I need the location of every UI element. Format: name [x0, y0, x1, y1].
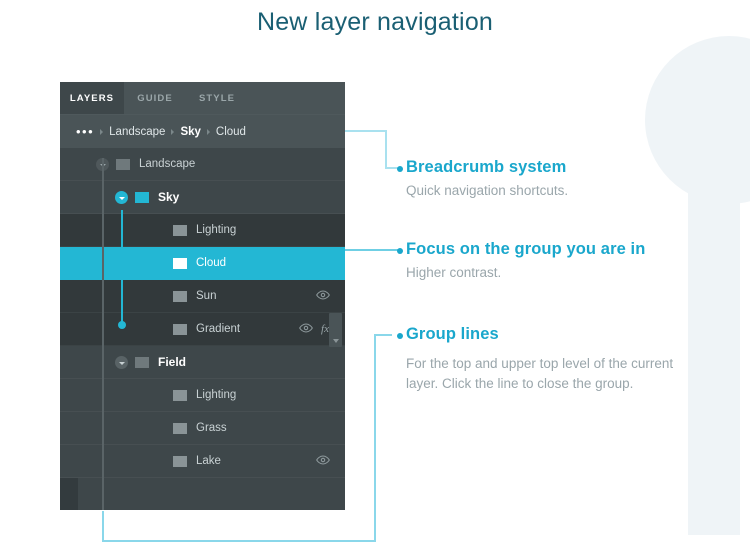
layer-name: Sky	[158, 190, 180, 204]
chevron-down-icon	[118, 196, 125, 200]
folder-icon	[173, 389, 187, 401]
chevron-down-icon	[118, 361, 125, 365]
folder-icon	[173, 290, 187, 302]
breadcrumb: ••• Landscape Sky Cloud	[60, 114, 345, 148]
folder-icon	[116, 158, 130, 170]
layer-name: Landscape	[139, 158, 196, 170]
group-line-sky[interactable]	[121, 210, 123, 325]
chevron-right-icon	[171, 128, 175, 135]
group-line-sky-end-dot	[118, 321, 126, 329]
annotation-body: Higher contrast.	[406, 265, 502, 280]
folder-icon	[173, 323, 187, 335]
eye-visibility-icon[interactable]	[316, 289, 330, 303]
folder-icon	[173, 422, 187, 434]
group-line-landscape[interactable]	[102, 158, 104, 510]
layer-list: Landscape Sky Lighting Cloud Sun Gradient fx Fi…	[60, 148, 345, 510]
breadcrumb-overflow-button[interactable]: •••	[76, 125, 94, 138]
chevron-right-icon	[206, 128, 210, 135]
layer-name: Field	[158, 355, 187, 369]
layer-name: Lighting	[196, 224, 237, 236]
scrollbar-thumb[interactable]	[329, 313, 342, 347]
breadcrumb-item-sky[interactable]: Sky	[180, 126, 200, 138]
layer-name: Cloud	[196, 257, 227, 269]
decorative-stem	[688, 175, 740, 535]
annotation-dot	[397, 248, 403, 254]
layers-panel: LAYERS GUIDE STYLE ••• Landscape Sky Clo…	[60, 82, 345, 510]
screenshot-root: New layer navigation LAYERS GUIDE STYLE …	[0, 0, 750, 556]
layer-expand-toggle-sky[interactable]	[115, 191, 128, 204]
annotation-group-lines: Group lines For the top and upper top le…	[397, 325, 686, 394]
chevron-down-icon	[332, 339, 339, 343]
layer-row-actions	[316, 289, 345, 303]
annotation-focus: Focus on the group you are in Higher con…	[397, 240, 706, 283]
annotation-title: Breadcrumb system	[406, 158, 567, 176]
annotation-dot	[397, 166, 403, 172]
breadcrumb-item-landscape[interactable]: Landscape	[109, 126, 165, 138]
layer-name: Lighting	[196, 389, 237, 401]
layer-name: Grass	[196, 422, 227, 434]
annotation-body: Quick navigation shortcuts.	[406, 183, 569, 198]
breadcrumb-item-cloud[interactable]: Cloud	[216, 126, 246, 138]
eye-visibility-icon[interactable]	[299, 322, 313, 336]
annotation-body: For the top and upper top level of the c…	[406, 356, 674, 391]
annotation-breadcrumb: Breadcrumb system Quick navigation short…	[397, 158, 706, 201]
tab-style[interactable]: STYLE	[186, 82, 248, 114]
folder-icon	[173, 224, 187, 236]
tab-guide[interactable]: GUIDE	[124, 82, 186, 114]
chevron-right-icon	[100, 128, 104, 135]
annotation-title: Focus on the group you are in	[406, 240, 646, 258]
tab-layers[interactable]: LAYERS	[60, 82, 124, 114]
layer-name: Lake	[196, 455, 221, 467]
layer-expand-toggle-field[interactable]	[115, 356, 128, 369]
annotation-title: Group lines	[406, 325, 499, 343]
panel-tab-bar: LAYERS GUIDE STYLE	[60, 82, 345, 114]
fx-effects-icon[interactable]: fx	[321, 323, 329, 335]
page-title: New layer navigation	[256, 8, 494, 36]
layer-row-actions	[316, 454, 345, 468]
folder-icon	[173, 257, 187, 269]
folder-icon	[173, 455, 187, 467]
eye-visibility-icon[interactable]	[316, 454, 330, 468]
folder-icon	[135, 356, 149, 368]
folder-icon	[135, 191, 149, 203]
layer-name: Gradient	[196, 323, 241, 335]
annotation-dot	[397, 333, 403, 339]
layer-name: Sun	[196, 290, 217, 302]
